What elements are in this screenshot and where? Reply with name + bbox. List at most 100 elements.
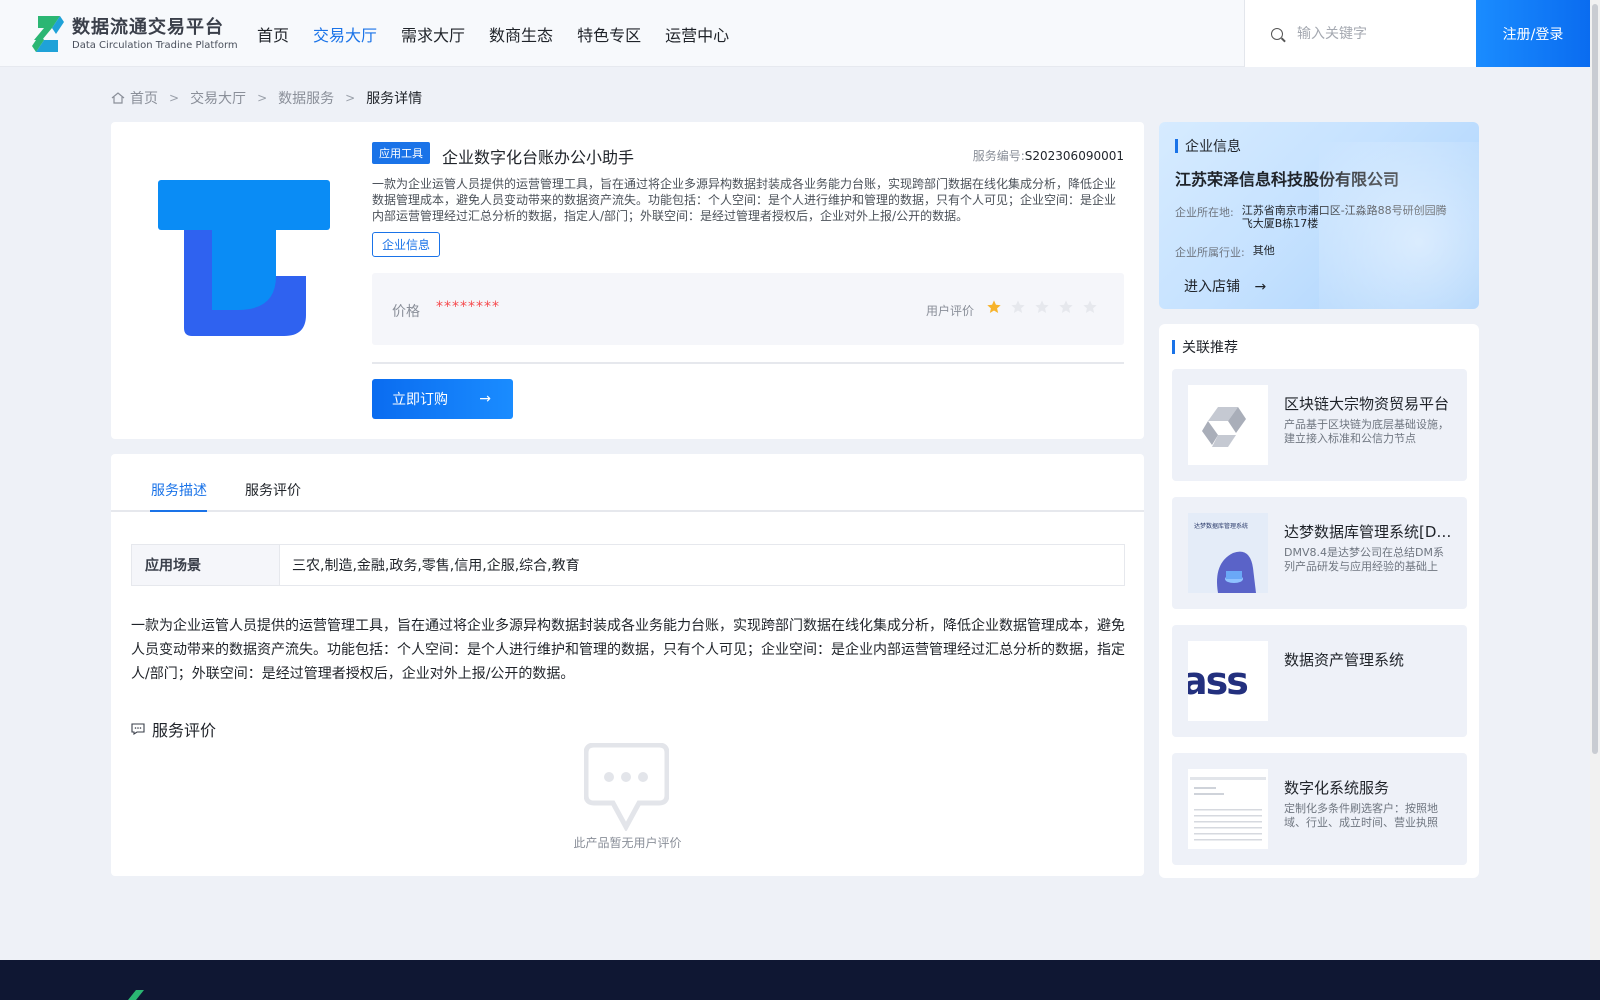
section-bar [1172, 340, 1175, 354]
service-number: 服务编号:S202306090001 [973, 147, 1124, 164]
nav-home[interactable]: 首页 [257, 22, 289, 46]
rating-stars [986, 299, 1106, 315]
home-icon [111, 92, 125, 104]
company-industry-row: 企业所属行业: 其他 [1175, 244, 1468, 260]
recommend-section-title: 关联推荐 [1172, 337, 1238, 357]
empty-comment-icon [584, 743, 669, 831]
blockchain-logo-icon [1188, 385, 1268, 465]
nav-operation-center[interactable]: 运营中心 [665, 22, 729, 46]
search-input[interactable] [1297, 25, 1467, 42]
document-screenshot-icon [1188, 769, 1268, 849]
product-logo-icon [158, 180, 330, 336]
recommend-item-name: 数字化系统服务 [1284, 779, 1390, 797]
company-info-button[interactable]: 企业信息 [372, 232, 441, 257]
breadcrumb-data-service[interactable]: 数据服务 [278, 88, 334, 108]
scene-table: 应用场景 三农,制造,金融,政务,零售,信用,企服,综合,教育 [131, 544, 1125, 586]
star-icon [1083, 300, 1097, 313]
recommend-section-label: 关联推荐 [1182, 340, 1238, 356]
recommend-item-name: 区块链大宗物资贸易平台 [1284, 395, 1450, 413]
industry-value: 其他 [1252, 244, 1275, 257]
nav-demand-hall[interactable]: 需求大厅 [401, 22, 465, 46]
recommend-item-desc: 产品基于区块链为底层基础设施，建立接入标准和公信力节点 [1284, 418, 1449, 445]
company-section-title: 企业信息 [1175, 136, 1241, 156]
industry-label: 企业所属行业: [1175, 246, 1245, 259]
nav-ecosystem[interactable]: 数商生态 [489, 22, 553, 46]
star-icon [1011, 300, 1025, 313]
company-name: 江苏荣泽信息科技股份有限公司 [1175, 170, 1400, 189]
location-value: 江苏省南京市浦口区-江淼路88号研创园腾飞大厦B栋17楼 [1241, 204, 1447, 230]
enter-shop-link[interactable]: 进入店铺 → [1184, 276, 1266, 296]
empty-review-text: 此产品暂无用户评价 [573, 836, 682, 850]
recommend-item[interactable]: 达梦数据库管理系统 达梦数据库管理系统[DM8] DMV8.4是达梦公司在总结D… [1172, 497, 1467, 609]
service-long-description: 一款为企业运管人员提供的运营管理工具，旨在通过将企业多源异构数据封装成各业务能力… [131, 618, 1125, 682]
service-number-value: S202306090001 [1024, 149, 1124, 163]
footer-logo-icon [128, 990, 144, 1000]
section-bar [1175, 139, 1178, 153]
logo-title: 数据流通交易平台 [72, 16, 224, 38]
location-label: 企业所在地: [1175, 206, 1234, 219]
recommend-item[interactable]: 区块链大宗物资贸易平台 产品基于区块链为底层基础设施，建立接入标准和公信力节点 [1172, 369, 1467, 481]
company-info-card: 企业信息 江苏荣泽信息科技股份有限公司 企业所在地: 江苏省南京市浦口区-江淼路… [1159, 122, 1479, 309]
divider [372, 362, 1124, 364]
breadcrumb-current: 服务详情 [366, 91, 423, 107]
page-scrollbar[interactable] [1590, 0, 1600, 960]
breadcrumb-trading-hall[interactable]: 交易大厅 [190, 88, 246, 108]
star-icon [1059, 300, 1073, 313]
tab-bar: 服务描述 服务评价 [111, 454, 1144, 512]
arrow-right-icon: → [479, 391, 491, 407]
review-section-title: 服务评价 [131, 717, 216, 741]
buy-now-label: 立即订购 [392, 392, 448, 408]
thumb-logo-text: ass [1188, 659, 1249, 703]
arrow-right-icon: → [1254, 279, 1267, 295]
search-icon[interactable] [1271, 27, 1283, 40]
product-title: 企业数字化台账办公小助手 [442, 148, 635, 167]
site-logo[interactable]: 数据流通交易平台 Data Circulation Tradine Platfo… [30, 14, 238, 54]
product-tag: 应用工具 [372, 142, 430, 164]
top-header: 数据流通交易平台 Data Circulation Tradine Platfo… [0, 0, 1590, 67]
enter-shop-label: 进入店铺 [1184, 279, 1240, 295]
comment-icon [131, 723, 145, 735]
detail-card: 服务描述 服务评价 应用场景 三农,制造,金融,政务,零售,信用,企服,综合,教… [111, 454, 1144, 876]
company-section-label: 企业信息 [1185, 139, 1241, 155]
search-box [1244, 0, 1476, 67]
company-location-row: 企业所在地: 江苏省南京市浦口区-江淼路88号研创园腾飞大厦B栋17楼 [1175, 204, 1457, 230]
breadcrumb-home[interactable]: 首页 [130, 88, 158, 108]
recommend-item[interactable]: 数字化系统服务 定制化多条件刷选客户：按照地域、行业、成立时间、营业执照 [1172, 753, 1467, 865]
recommend-item-desc: DMV8.4是达梦公司在总结DM系列产品研发与应用经验的基础上 [1284, 546, 1444, 573]
rating-label: 用户评价 [926, 304, 975, 318]
product-card: 应用工具 企业数字化台账办公小助手 服务编号:S202306090001 一款为… [111, 122, 1144, 439]
buy-now-button[interactable]: 立即订购 → [372, 379, 513, 419]
tab-service-description[interactable]: 服务描述 [151, 480, 207, 500]
chevron-right-icon: > [345, 91, 356, 105]
recommend-item-name: 数据资产管理系统 [1284, 651, 1405, 669]
breadcrumb: 首页 > 交易大厅 > 数据服务 > 服务详情 [111, 88, 422, 108]
recommend-item[interactable]: ass 数据资产管理系统 [1172, 625, 1467, 737]
pass-logo-icon: ass [1188, 641, 1268, 721]
review-title-text: 服务评价 [152, 721, 217, 740]
scene-label: 应用场景 [132, 545, 280, 585]
tab-service-review[interactable]: 服务评价 [245, 480, 301, 500]
price-value: ******** [436, 299, 500, 315]
login-register-button[interactable]: 注册/登录 [1476, 0, 1590, 67]
main-nav: 首页 交易大厅 需求大厅 数商生态 特色专区 运营中心 [257, 0, 753, 67]
nav-trading-hall[interactable]: 交易大厅 [313, 22, 377, 46]
star-icon [987, 300, 1001, 313]
page-footer [0, 960, 1600, 1000]
product-description: 一款为企业运管人员提供的运营管理工具，旨在通过将企业多源异构数据封装成各业务能力… [372, 177, 1117, 223]
active-tab-indicator [150, 510, 207, 512]
recommend-item-name: 达梦数据库管理系统[DM8] [1284, 523, 1454, 541]
chevron-right-icon: > [169, 91, 180, 105]
dameng-db-icon: 达梦数据库管理系统 [1188, 513, 1268, 593]
logo-subtitle: Data Circulation Tradine Platform [72, 39, 238, 51]
service-number-label: 服务编号: [972, 149, 1025, 163]
price-panel: 价格 ******** 用户评价 [372, 273, 1124, 345]
scrollbar-thumb[interactable] [1592, 4, 1598, 754]
star-icon [1035, 300, 1049, 313]
price-label: 价格 [392, 304, 420, 320]
chevron-right-icon: > [257, 91, 268, 105]
recommendation-card: 关联推荐 区块链大宗物资贸易平台 产品基于区块链为底层基础设施，建立接入标准和公… [1159, 324, 1479, 878]
nav-special-zone[interactable]: 特色专区 [577, 22, 641, 46]
logo-mark-icon [32, 16, 64, 52]
scene-value: 三农,制造,金融,政务,零售,信用,企服,综合,教育 [292, 558, 580, 574]
recommend-item-desc: 定制化多条件刷选客户：按照地域、行业、成立时间、营业执照 [1284, 802, 1438, 829]
